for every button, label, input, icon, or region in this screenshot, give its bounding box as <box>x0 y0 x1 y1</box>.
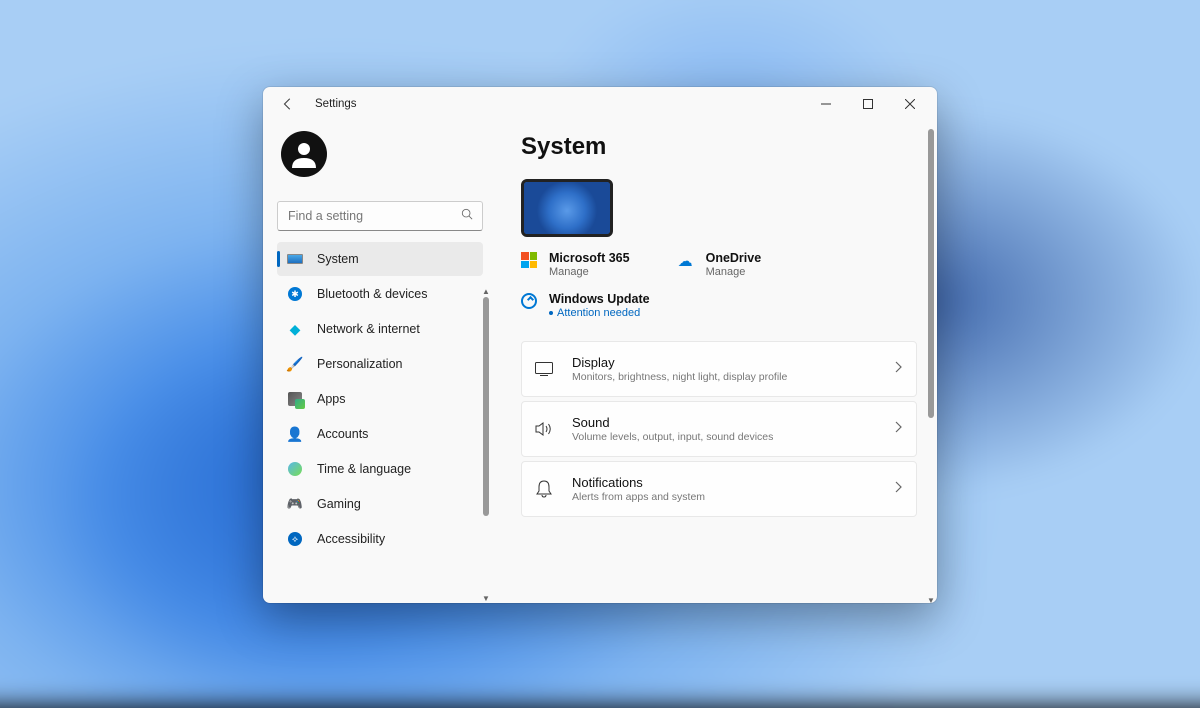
card-notifications[interactable]: Notifications Alerts from apps and syste… <box>521 461 917 517</box>
window-controls <box>805 90 931 118</box>
tile-windows-update[interactable]: Windows Update Attention needed <box>521 292 917 319</box>
minimize-icon <box>821 99 831 109</box>
sidebar-item-system[interactable]: System <box>277 242 483 276</box>
sidebar-item-label: Gaming <box>317 497 361 511</box>
info-tiles: Microsoft 365 Manage ☁ OneDrive Manage W… <box>521 251 917 319</box>
main-content: System Microsoft 365 Manage ☁ OneDrive <box>491 121 937 603</box>
sidebar-item-label: Accounts <box>317 427 368 441</box>
sidebar-item-accounts[interactable]: 👤 Accounts <box>277 417 483 451</box>
sidebar-item-network[interactable]: ◆ Network & internet <box>277 312 483 346</box>
sidebar-item-bluetooth[interactable]: ✱ Bluetooth & devices <box>277 277 483 311</box>
sidebar-item-label: System <box>317 252 359 266</box>
scroll-down-icon: ▼ <box>927 596 935 603</box>
close-button[interactable] <box>889 90 931 118</box>
sidebar-item-gaming[interactable]: 🎮 Gaming <box>277 487 483 521</box>
avatar <box>281 131 327 177</box>
user-profile[interactable] <box>277 125 491 191</box>
card-title: Notifications <box>572 475 894 490</box>
system-icon <box>287 251 303 267</box>
chevron-right-icon <box>894 360 902 378</box>
nav-list: System ✱ Bluetooth & devices ◆ Network &… <box>277 241 491 603</box>
back-button[interactable] <box>275 91 301 117</box>
search-input[interactable] <box>277 201 483 231</box>
scroll-down-icon: ▼ <box>482 594 490 603</box>
sidebar-item-label: Network & internet <box>317 322 420 336</box>
cloud-icon: ☁ <box>678 252 696 270</box>
card-display[interactable]: Display Monitors, brightness, night ligh… <box>521 341 917 397</box>
main-scrollbar[interactable]: ▼ <box>928 129 934 595</box>
arrow-left-icon <box>281 97 295 111</box>
sidebar-item-label: Time & language <box>317 462 411 476</box>
scrollbar-thumb[interactable] <box>928 129 934 418</box>
speaker-icon <box>534 419 554 439</box>
tile-microsoft-365[interactable]: Microsoft 365 Manage <box>521 251 630 278</box>
sidebar-item-personalization[interactable]: 🖌️ Personalization <box>277 347 483 381</box>
tile-subtitle: Manage <box>706 266 762 278</box>
card-subtitle: Volume levels, output, input, sound devi… <box>572 431 894 443</box>
sidebar: System ✱ Bluetooth & devices ◆ Network &… <box>263 121 491 603</box>
sidebar-item-label: Bluetooth & devices <box>317 287 428 301</box>
sidebar-item-time-language[interactable]: Time & language <box>277 452 483 486</box>
sidebar-item-accessibility[interactable]: ⟡ Accessibility <box>277 522 483 556</box>
search-field <box>277 201 483 231</box>
update-icon <box>521 293 539 311</box>
tile-title: Windows Update <box>549 292 650 306</box>
gamepad-icon: 🎮 <box>287 496 303 512</box>
sidebar-item-label: Personalization <box>317 357 402 371</box>
device-preview[interactable] <box>521 179 613 237</box>
close-icon <box>905 99 915 109</box>
maximize-button[interactable] <box>847 90 889 118</box>
window-title: Settings <box>315 98 357 110</box>
search-icon <box>461 207 473 225</box>
paintbrush-icon: 🖌️ <box>287 356 303 372</box>
microsoft-logo-icon <box>521 252 539 270</box>
chevron-right-icon <box>894 480 902 498</box>
scroll-up-icon: ▲ <box>482 287 490 296</box>
sidebar-item-label: Apps <box>317 392 346 406</box>
settings-window: Settings <box>263 87 937 603</box>
tile-title: Microsoft 365 <box>549 251 630 265</box>
card-title: Display <box>572 355 894 370</box>
bluetooth-icon: ✱ <box>287 286 303 302</box>
accessibility-icon: ⟡ <box>287 531 303 547</box>
card-sound[interactable]: Sound Volume levels, output, input, soun… <box>521 401 917 457</box>
settings-cards: Display Monitors, brightness, night ligh… <box>521 341 917 517</box>
bell-icon <box>534 479 554 499</box>
apps-icon <box>287 391 303 407</box>
sidebar-item-apps[interactable]: Apps <box>277 382 483 416</box>
globe-icon <box>287 461 303 477</box>
scrollbar-thumb[interactable] <box>483 297 489 516</box>
person-icon: 👤 <box>287 426 303 442</box>
card-subtitle: Monitors, brightness, night light, displ… <box>572 371 894 383</box>
page-title: System <box>521 133 917 161</box>
chevron-right-icon <box>894 420 902 438</box>
wifi-icon: ◆ <box>287 321 303 337</box>
minimize-button[interactable] <box>805 90 847 118</box>
tile-onedrive[interactable]: ☁ OneDrive Manage <box>678 251 762 278</box>
card-title: Sound <box>572 415 894 430</box>
titlebar: Settings <box>263 87 937 121</box>
person-icon <box>288 138 320 170</box>
sidebar-item-label: Accessibility <box>317 532 385 546</box>
tile-subtitle: Attention needed <box>549 307 650 319</box>
maximize-icon <box>863 99 873 109</box>
tile-subtitle: Manage <box>549 266 630 278</box>
tile-title: OneDrive <box>706 251 762 265</box>
sidebar-scrollbar[interactable]: ▲ ▼ <box>483 297 489 593</box>
monitor-icon <box>534 359 554 379</box>
card-subtitle: Alerts from apps and system <box>572 491 894 503</box>
